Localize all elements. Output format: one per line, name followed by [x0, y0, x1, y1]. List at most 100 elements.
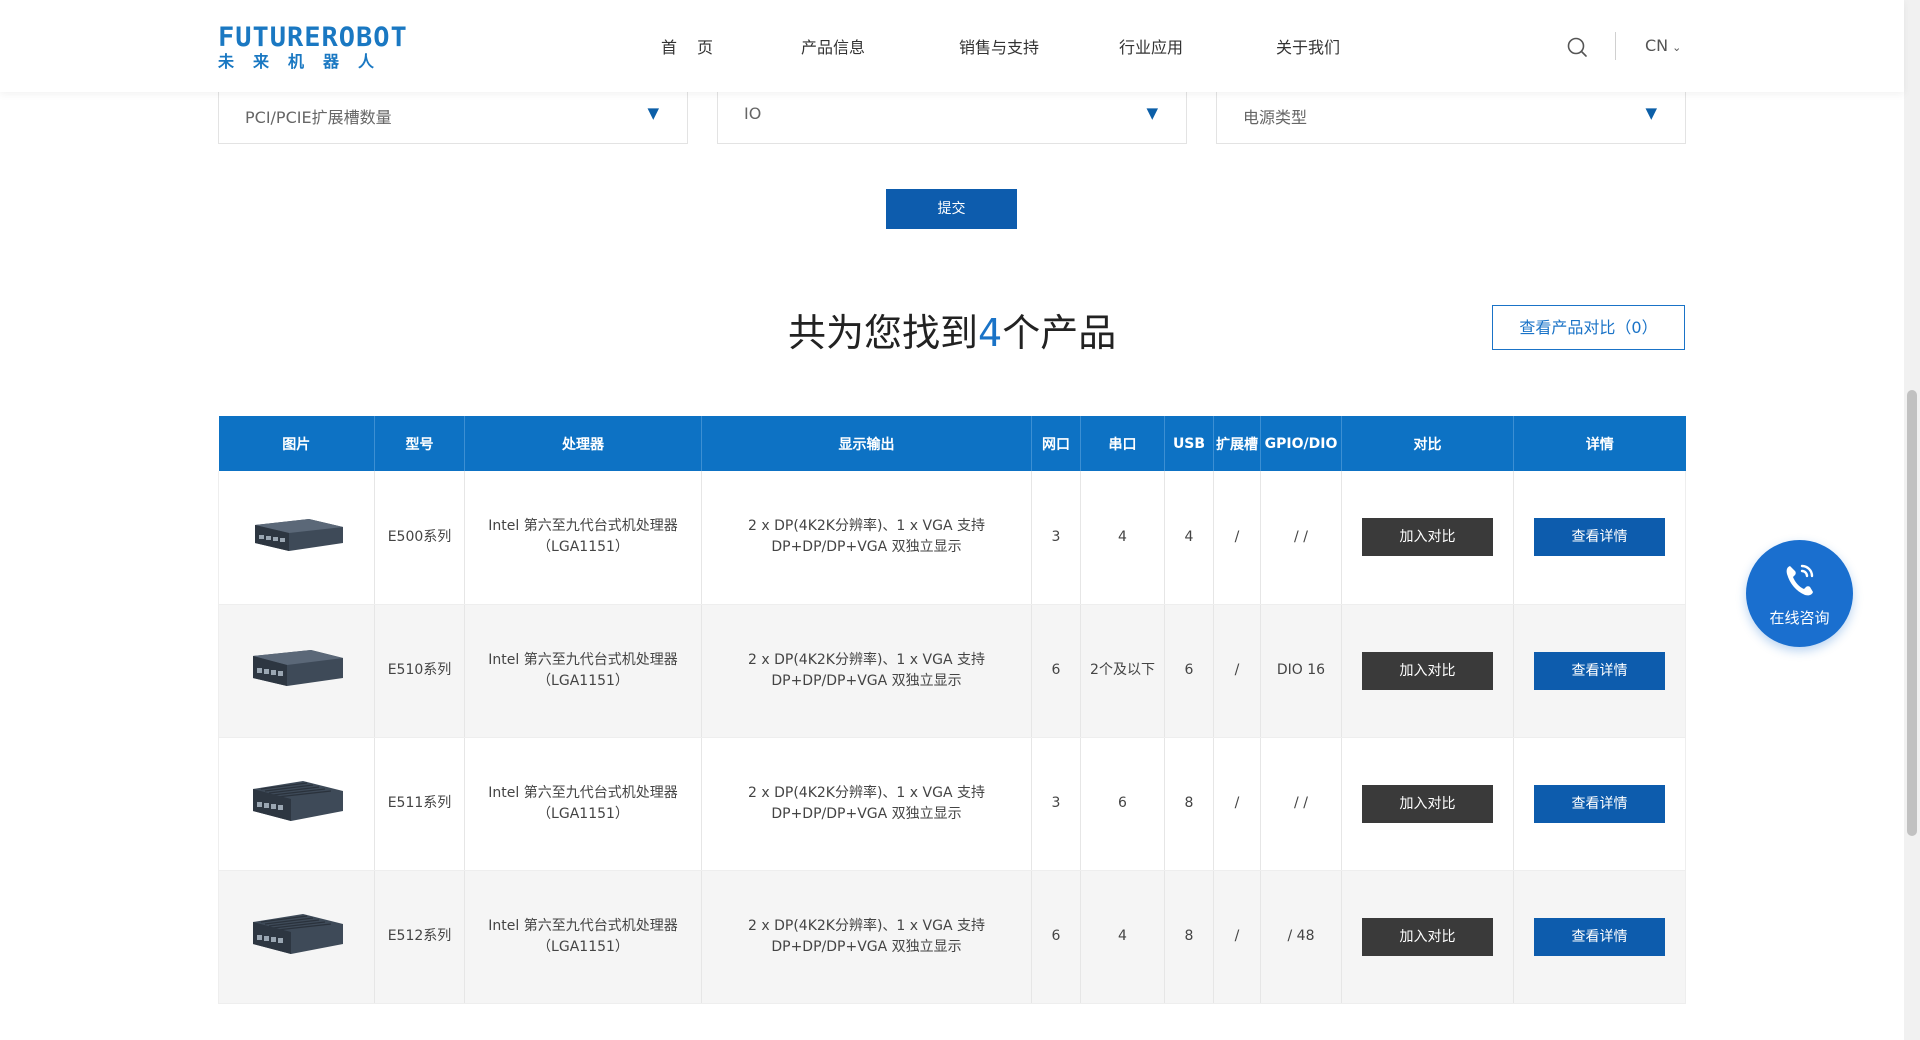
result-count: 4 [978, 311, 1003, 355]
com-cell: 4 [1080, 471, 1165, 605]
product-image[interactable] [247, 910, 347, 956]
filter-pci-slots[interactable]: PCI/PCIE扩展槽数量 ▼ [218, 92, 688, 144]
online-consult-button[interactable]: 在线咨询 [1746, 540, 1853, 647]
result-prefix: 共为您找到 [788, 311, 979, 355]
add-compare-button[interactable]: 加入对比 [1362, 651, 1493, 690]
detail-cell: 查看详情 [1513, 471, 1686, 605]
product-table: 图片 型号 处理器 显示输出 网口 串口 USB 扩展槽 GPIO/DIO 对比… [218, 416, 1686, 1004]
cpu-cell: Intel 第六至九代台式机处理器（LGA1151） [464, 737, 702, 871]
submit-button[interactable]: 提交 [886, 189, 1017, 229]
lan-cell: 6 [1031, 604, 1081, 738]
main-nav: 首页 产品信息 销售与支持 行业应用 关于我们 [661, 34, 1376, 58]
gpio-cell: / 48 [1260, 870, 1342, 1004]
slot-cell: / [1213, 870, 1261, 1004]
model-cell: E512系列 [374, 870, 465, 1004]
filter-power-type[interactable]: 电源类型 ▼ [1216, 92, 1686, 144]
usb-cell: 8 [1164, 737, 1214, 871]
logo-text-cn: 未来机器人 [218, 52, 394, 71]
gpio-cell: / / [1260, 737, 1342, 871]
product-image[interactable] [247, 644, 347, 690]
detail-cell: 查看详情 [1513, 870, 1686, 1004]
usb-cell: 6 [1164, 604, 1214, 738]
lan-cell: 6 [1031, 870, 1081, 1004]
model-cell: E511系列 [374, 737, 465, 871]
product-image-cell [218, 737, 375, 871]
add-compare-button[interactable]: 加入对比 [1362, 518, 1493, 557]
chevron-down-icon: ⌄ [1672, 41, 1682, 54]
display-cell: 2 x DP(4K2K分辨率)、1 x VGA 支持DP+DP/DP+VGA 双… [701, 471, 1032, 605]
view-detail-button[interactable]: 查看详情 [1534, 651, 1665, 690]
nav-sales-support[interactable]: 销售与支持 [959, 34, 1119, 58]
slot-cell: / [1213, 471, 1261, 605]
language-selector[interactable]: CN ⌄ [1645, 36, 1681, 55]
col-header: 详情 [1513, 416, 1686, 471]
filter-io[interactable]: IO ▼ [717, 92, 1187, 144]
product-image-cell [218, 471, 375, 605]
col-header: 处理器 [464, 416, 702, 471]
dropdown-arrow-icon: ▼ [1645, 104, 1657, 122]
display-cell: 2 x DP(4K2K分辨率)、1 x VGA 支持DP+DP/DP+VGA 双… [701, 604, 1032, 738]
product-image-cell [218, 870, 375, 1004]
product-image[interactable] [247, 511, 347, 557]
view-compare-button[interactable]: 查看产品对比（0） [1492, 305, 1685, 350]
nav-products[interactable]: 产品信息 [801, 34, 959, 58]
nav-industry[interactable]: 行业应用 [1119, 34, 1276, 58]
compare-cell: 加入对比 [1341, 870, 1514, 1004]
model-cell: E510系列 [374, 604, 465, 738]
col-header: 串口 [1080, 416, 1165, 471]
phone-icon [1786, 564, 1814, 596]
display-cell: 2 x DP(4K2K分辨率)、1 x VGA 支持DP+DP/DP+VGA 双… [701, 870, 1032, 1004]
cpu-cell: Intel 第六至九代台式机处理器（LGA1151） [464, 604, 702, 738]
product-image[interactable] [247, 777, 347, 823]
add-compare-button[interactable]: 加入对比 [1362, 917, 1493, 956]
usb-cell: 4 [1164, 471, 1214, 605]
table-header-row: 图片 型号 处理器 显示输出 网口 串口 USB 扩展槽 GPIO/DIO 对比… [218, 416, 1686, 471]
view-detail-button[interactable]: 查看详情 [1534, 518, 1665, 557]
site-header: FUTUREROBOT 未来机器人 首页 产品信息 销售与支持 行业应用 关于我… [0, 0, 1904, 92]
compare-cell: 加入对比 [1341, 604, 1514, 738]
cpu-cell: Intel 第六至九代台式机处理器（LGA1151） [464, 870, 702, 1004]
com-cell: 2个及以下 [1080, 604, 1165, 738]
compare-cell: 加入对比 [1341, 737, 1514, 871]
usb-cell: 8 [1164, 870, 1214, 1004]
nav-about[interactable]: 关于我们 [1276, 34, 1376, 58]
col-header: 图片 [218, 416, 375, 471]
com-cell: 4 [1080, 870, 1165, 1004]
cpu-cell: Intel 第六至九代台式机处理器（LGA1151） [464, 471, 702, 605]
filter-label: PCI/PCIE扩展槽数量 [245, 108, 392, 127]
gpio-cell: DIO 16 [1260, 604, 1342, 738]
consult-label: 在线咨询 [1769, 609, 1830, 627]
page-scrollbar[interactable] [1904, 0, 1920, 1040]
nav-home[interactable]: 首页 [661, 34, 801, 58]
col-header: 型号 [374, 416, 465, 471]
gpio-cell: / / [1260, 471, 1342, 605]
logo[interactable]: FUTUREROBOT 未来机器人 [218, 22, 408, 71]
detail-cell: 查看详情 [1513, 604, 1686, 738]
result-suffix: 个产品 [1002, 311, 1117, 355]
slot-cell: / [1213, 604, 1261, 738]
table-row: E512系列 Intel 第六至九代台式机处理器（LGA1151） 2 x DP… [218, 870, 1686, 1004]
view-detail-button[interactable]: 查看详情 [1534, 784, 1665, 823]
view-detail-button[interactable]: 查看详情 [1534, 917, 1665, 956]
col-header: 对比 [1341, 416, 1514, 471]
compare-cell: 加入对比 [1341, 471, 1514, 605]
com-cell: 6 [1080, 737, 1165, 871]
table-row: E511系列 Intel 第六至九代台式机处理器（LGA1151） 2 x DP… [218, 737, 1686, 871]
filter-label: IO [744, 104, 762, 123]
col-header: 扩展槽 [1213, 416, 1261, 471]
scrollbar-thumb[interactable] [1907, 390, 1917, 836]
header-divider [1615, 32, 1616, 60]
display-cell: 2 x DP(4K2K分辨率)、1 x VGA 支持DP+DP/DP+VGA 双… [701, 737, 1032, 871]
search-icon[interactable] [1566, 36, 1588, 58]
language-label: CN [1645, 36, 1669, 55]
lan-cell: 3 [1031, 737, 1081, 871]
dropdown-arrow-icon: ▼ [1146, 104, 1158, 122]
filter-label: 电源类型 [1243, 108, 1308, 127]
add-compare-button[interactable]: 加入对比 [1362, 784, 1493, 823]
product-image-cell [218, 604, 375, 738]
table-row: E500系列 Intel 第六至九代台式机处理器（LGA1151） 2 x DP… [218, 471, 1686, 605]
col-header: 显示输出 [701, 416, 1032, 471]
logo-text-en: FUTUREROBOT [218, 22, 408, 53]
slot-cell: / [1213, 737, 1261, 871]
dropdown-arrow-icon: ▼ [647, 104, 659, 122]
